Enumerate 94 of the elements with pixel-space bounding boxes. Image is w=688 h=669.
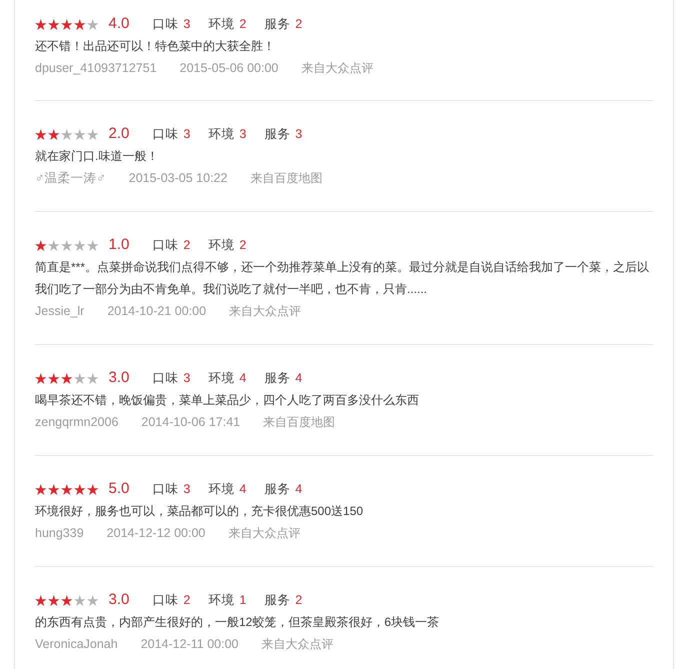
aspect-label: 服务 [264, 592, 290, 609]
aspect-label: 环境 [208, 237, 234, 254]
reviewer-name: zengqrmn2006 [35, 414, 118, 431]
aspect-score: 2 [183, 237, 190, 254]
star-icon [48, 18, 60, 30]
aspect-label: 环境 [208, 370, 234, 387]
review-date: 2015-05-06 00:00 [180, 60, 278, 77]
star-icon [35, 18, 46, 30]
review-source: 来自大众点评 [261, 636, 334, 653]
review-source: 来自大众点评 [301, 60, 374, 77]
star-icon [74, 372, 86, 384]
star-icon [35, 128, 46, 140]
aspect-score: 1 [239, 592, 246, 609]
aspect-label: 环境 [208, 16, 234, 33]
star-icon [87, 128, 98, 140]
review-text: 就在家门口.味道一般！ [35, 148, 160, 165]
aspect-score: 2 [239, 16, 246, 33]
reviewer-name: ♂温柔一涛♂ [35, 170, 106, 187]
aspect-label: 服务 [264, 126, 290, 143]
star-icon [61, 484, 72, 494]
review-source: 来自大众点评 [229, 303, 302, 320]
rating-score: 3.0 [108, 590, 130, 610]
aspect-label: 口味 [152, 592, 178, 609]
review-date: 2014-12-11 00:00 [140, 636, 238, 653]
aspect-label: 环境 [208, 481, 234, 498]
review-source: 来自百度地图 [263, 414, 336, 431]
aspect-score: 4 [295, 481, 302, 498]
star-icon [87, 484, 98, 494]
review-date: 2014-10-06 17:41 [141, 414, 240, 431]
rating-score: 5.0 [108, 479, 130, 499]
star-icon [87, 594, 98, 606]
aspect-score: 4 [239, 370, 246, 387]
star-icon [74, 128, 86, 140]
aspect-label: 环境 [208, 592, 234, 609]
aspect-score: 3 [295, 126, 302, 143]
rating-score: 4.0 [108, 14, 130, 34]
review-date: 2014-10-21 00:00 [107, 303, 206, 320]
aspect-label: 口味 [152, 126, 178, 143]
aspect-label: 口味 [152, 481, 178, 498]
star-icon [61, 594, 72, 606]
star-icon [35, 594, 46, 606]
rating-score: 3.0 [108, 368, 130, 388]
star-icon [61, 128, 72, 140]
aspect-score: 3 [239, 126, 246, 143]
reviewer-name: hung339 [35, 525, 84, 542]
rating-score: 1.0 [108, 235, 130, 255]
star-icon [48, 594, 60, 606]
star-icon [48, 484, 60, 494]
aspect-score: 2 [239, 237, 246, 254]
aspect-score: 4 [239, 481, 246, 498]
star-icon [87, 18, 98, 30]
star-icon [74, 240, 86, 250]
aspect-label: 服务 [264, 481, 290, 498]
star-icon [48, 128, 60, 140]
aspect-score: 2 [295, 592, 302, 609]
star-icon [48, 240, 60, 250]
star-icon [74, 594, 86, 606]
star-icon [61, 372, 72, 384]
review-source: 来自大众点评 [228, 525, 300, 542]
star-icon [35, 484, 46, 494]
review-text: 的东西有点贵，内部产生很好的，一般12蛟笼，但茶皇殿茶很好，6块钱一茶 [35, 614, 440, 631]
star-icon [35, 240, 46, 250]
star-icon [87, 372, 98, 384]
review-date: 2015-03-05 10:22 [128, 170, 228, 187]
rating-score: 2.0 [108, 124, 130, 144]
aspect-label: 服务 [264, 370, 290, 387]
aspect-label: 口味 [152, 370, 178, 387]
aspect-score: 3 [183, 481, 190, 498]
reviewer-name: Jessie_lr [35, 303, 84, 320]
aspect-label: 环境 [208, 126, 234, 143]
star-icon [87, 240, 98, 250]
review-text: 喝早茶还不错，晚饭偏贵，菜单上菜品少，四个人吃了两百多没什么东西 [35, 392, 420, 409]
star-icon [48, 372, 60, 384]
review-text: 简直是***。点菜拼命说我们点得不够，还一个劲推荐菜单上没有的菜。最过分就是自说自话给我加了一个菜，之后以我们吃了一部分为由不肯免单。我们说吃了就付一半吧，也不肯，只肯...... [35, 259, 650, 298]
review-date: 2014-12-12 00:00 [106, 525, 206, 542]
aspect-label: 口味 [152, 237, 178, 254]
star-icon [74, 18, 86, 30]
review-text: 环境很好，服务也可以，菜品都可以的，充卡很优惠500送150 [35, 503, 364, 520]
reviewer-name: VeronicaJonah [35, 636, 118, 653]
aspect-label: 口味 [152, 16, 178, 33]
aspect-label: 服务 [264, 16, 290, 33]
star-icon [74, 484, 86, 494]
star-icon [61, 18, 72, 30]
aspect-score: 3 [183, 370, 190, 387]
star-icon [61, 240, 72, 250]
aspect-score: 4 [295, 370, 302, 387]
reviewer-name: dpuser_41093712751 [35, 60, 157, 77]
aspect-score: 2 [183, 592, 190, 609]
aspect-score: 3 [183, 126, 190, 143]
star-icon [35, 372, 46, 384]
aspect-score: 2 [295, 16, 302, 33]
review-source: 来自百度地图 [250, 170, 322, 187]
review-text: 还不错！出品还可以！特色菜中的大获全胜！ [35, 38, 276, 55]
aspect-score: 3 [183, 16, 190, 33]
